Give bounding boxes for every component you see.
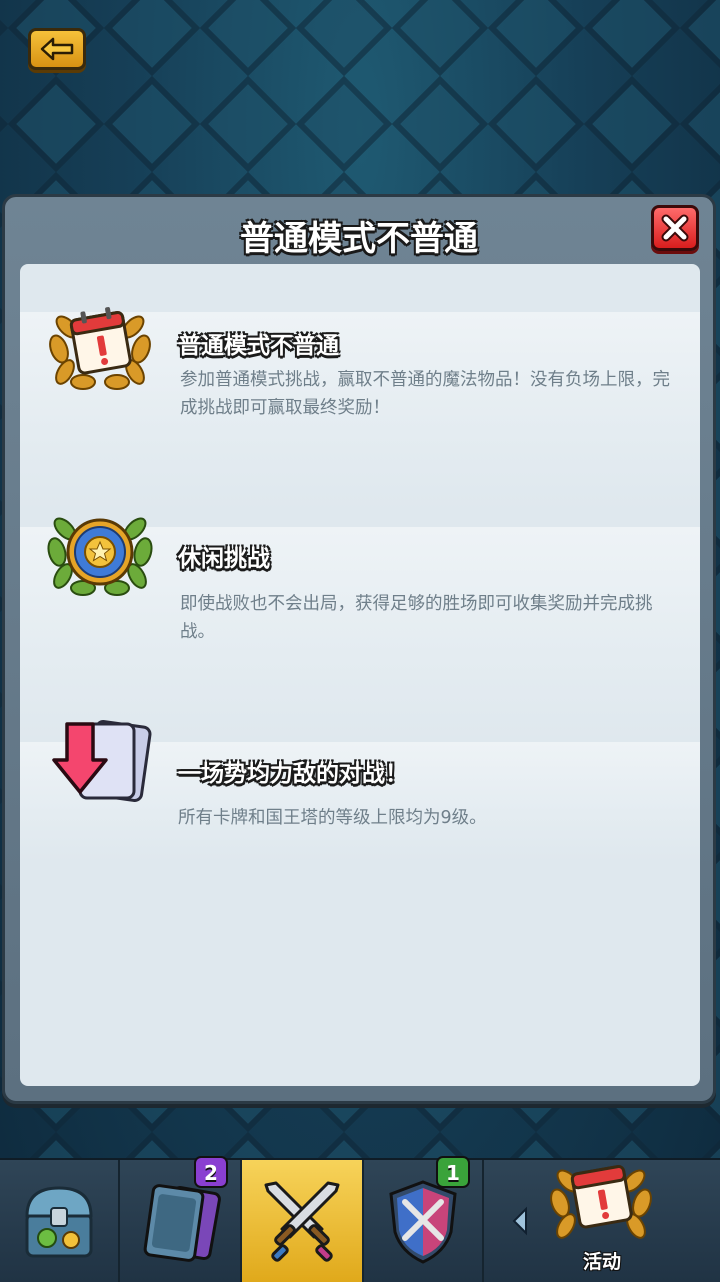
challenge-rules-modal: 普通模式不普通 普通模式不普通 参加普通模式挑战，赢取不普通的魔法物品！没有负场… (2, 194, 716, 1104)
tab-events[interactable]: 活动 (484, 1160, 720, 1282)
laurel-calendar-icon (550, 1165, 652, 1239)
modal-title: 普通模式不普通 (240, 219, 478, 259)
back-button[interactable] (28, 28, 86, 70)
close-icon (661, 214, 689, 242)
tab-clan[interactable]: 1 (364, 1156, 484, 1282)
chevron-left-icon (512, 1206, 527, 1236)
laurel-star-medal-icon (45, 502, 155, 602)
bottom-tab-bar: 2 1 活动 (0, 1156, 720, 1282)
tab-cards[interactable]: 2 (120, 1156, 242, 1282)
back-arrow-icon (40, 37, 74, 61)
treasure-chest-icon (25, 1186, 93, 1258)
cards-badge: 2 (194, 1156, 228, 1188)
tab-battle[interactable] (242, 1160, 364, 1282)
rule-heading: 一场势均力敌的对战！ (178, 761, 408, 787)
clan-badge: 1 (436, 1156, 470, 1188)
shield-swords-icon (389, 1180, 457, 1264)
close-button[interactable] (651, 205, 699, 251)
rule-description: 所有卡牌和国王塔的等级上限均为9级。 (178, 808, 487, 828)
crossed-swords-icon (264, 1181, 340, 1262)
cards-icon (143, 1184, 221, 1262)
rules-panel: 普通模式不普通 参加普通模式挑战，赢取不普通的魔法物品！没有负场上限，完成挑战即… (20, 264, 700, 1086)
laurel-calendar-icon (45, 294, 155, 394)
tab-shop[interactable] (0, 1160, 120, 1282)
tab-events-label: 活动 (582, 1251, 621, 1273)
rule-heading: 休闲挑战 (178, 546, 270, 572)
rule-description: 参加普通模式挑战，赢取不普通的魔法物品！没有负场上限，完成挑战即可赢取最终奖励！ (180, 370, 670, 418)
rule-heading: 普通模式不普通 (178, 333, 339, 359)
card-level-down-icon (50, 716, 160, 816)
rule-description: 即使战败也不会出局，获得足够的胜场即可收集奖励并完成挑战。 (180, 594, 653, 642)
